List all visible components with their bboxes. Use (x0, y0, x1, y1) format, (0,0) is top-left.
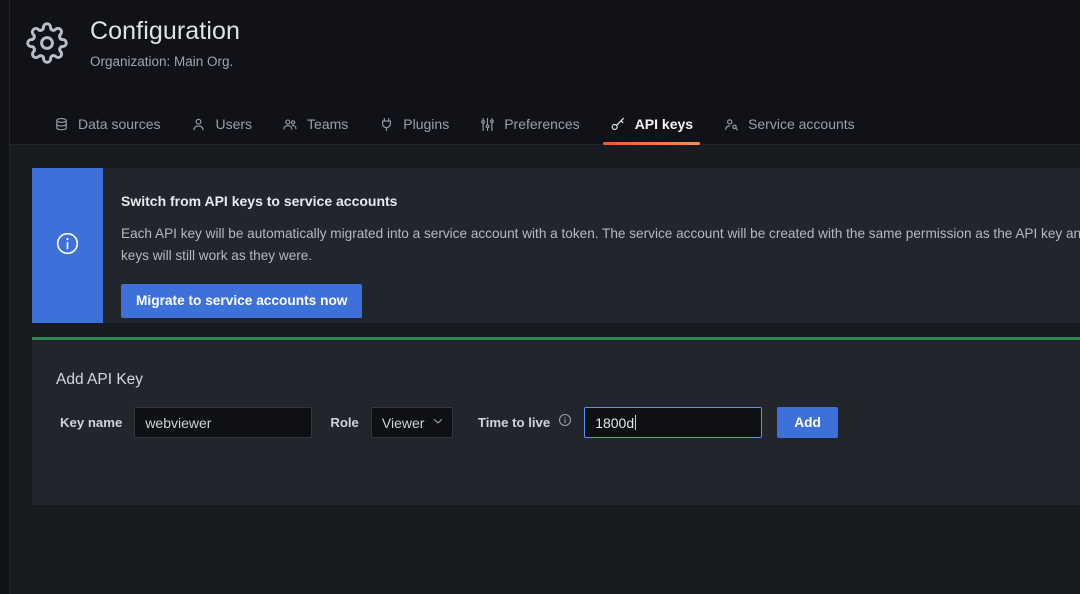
role-selected-value: Viewer (381, 414, 425, 431)
tab-data-sources[interactable]: Data sources (38, 104, 175, 144)
database-icon (53, 116, 69, 132)
info-circle-icon[interactable] (558, 413, 572, 432)
tab-label: Data sources (78, 116, 161, 132)
plug-icon (378, 116, 394, 132)
content-area: Switch from API keys to service accounts… (10, 145, 1080, 594)
time-to-live-label-group: Time to live (478, 413, 572, 432)
tab-api-keys[interactable]: API keys (595, 104, 708, 145)
key-name-label: Key name (60, 415, 123, 430)
sliders-icon (479, 116, 495, 132)
key-icon (610, 116, 626, 132)
text-cursor (635, 415, 637, 430)
banner-description: Each API key will be automatically migra… (121, 226, 1080, 263)
tab-users[interactable]: Users (175, 104, 267, 144)
gear-icon (24, 20, 70, 66)
tab-teams[interactable]: Teams (267, 104, 363, 144)
panel-heading: Add API Key (56, 371, 144, 388)
role-select[interactable]: Viewer (370, 407, 453, 438)
config-tab-bar: Data sources Users Teams Plugins Prefere… (10, 104, 1080, 145)
left-nav-rail (0, 0, 10, 594)
tab-service-accounts[interactable]: Service accounts (708, 104, 870, 144)
page-title: Configuration (90, 17, 241, 45)
time-to-live-value: 1800d (595, 414, 635, 431)
page-header: Configuration Organization: Main Org. (10, 0, 1080, 104)
organization-label: Organization: Main Org. (90, 54, 234, 69)
tab-label: Users (215, 116, 253, 132)
users-group-icon (282, 116, 298, 132)
banner-icon-strip (32, 168, 103, 323)
chevron-down-icon (432, 414, 444, 432)
time-to-live-label: Time to live (477, 415, 551, 430)
role-label: Role (330, 415, 359, 430)
user-icon (190, 116, 206, 132)
tab-plugins[interactable]: Plugins (363, 104, 464, 144)
migrate-to-service-accounts-button[interactable]: Migrate to service accounts now (121, 284, 363, 318)
tab-label: Preferences (504, 116, 580, 132)
key-name-input[interactable] (134, 407, 313, 438)
time-to-live-input[interactable]: 1800d (584, 407, 763, 438)
tab-preferences[interactable]: Preferences (464, 104, 594, 144)
tab-label: API keys (634, 116, 694, 132)
tab-label: Teams (307, 116, 349, 132)
banner-title: Switch from API keys to service accounts (121, 193, 398, 209)
tab-label: Service accounts (748, 116, 855, 132)
tab-label: Plugins (403, 116, 450, 132)
add-api-key-button[interactable]: Add (777, 407, 838, 438)
add-api-key-panel: Add API Key Key name Role Viewer Time to… (32, 337, 1080, 505)
info-circle-icon (55, 231, 80, 261)
user-gear-icon (723, 116, 739, 132)
add-api-key-form: Key name Role Viewer Time to live (32, 389, 1080, 438)
migrate-info-banner: Switch from API keys to service accounts… (32, 168, 1080, 323)
